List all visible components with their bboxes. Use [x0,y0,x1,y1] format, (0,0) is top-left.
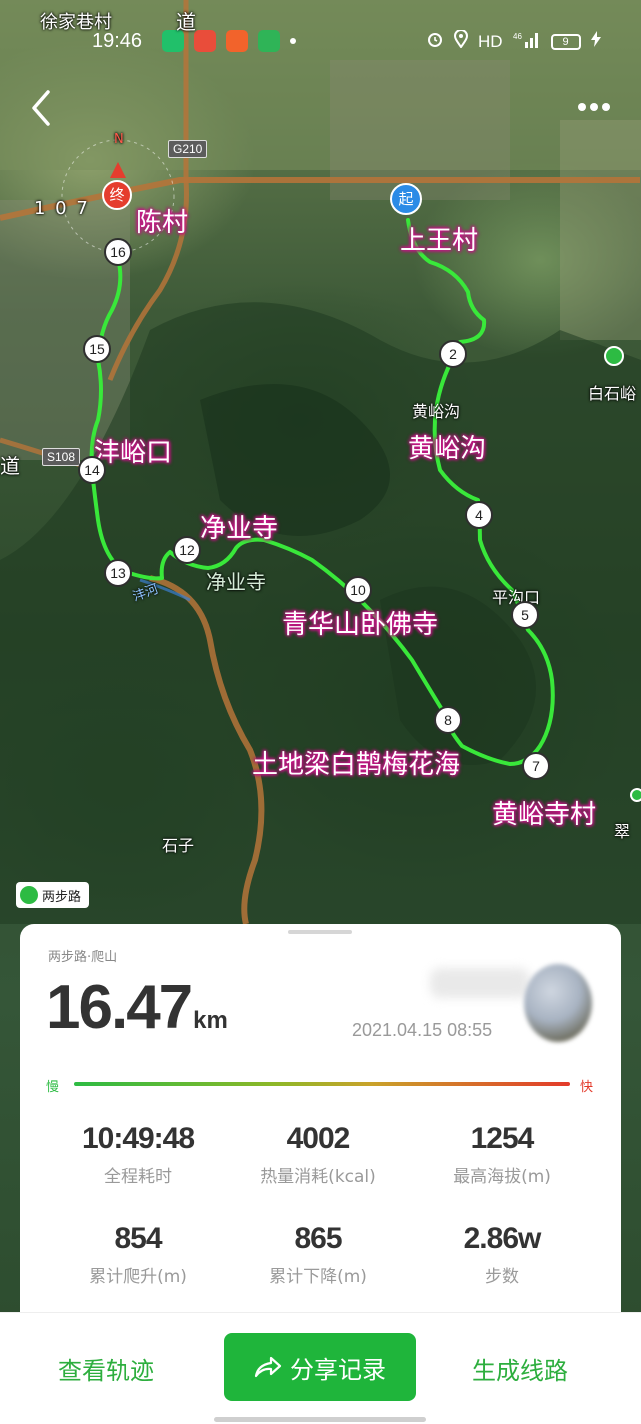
map-label-road-107: 1 0 7 [34,198,90,219]
view-track-button[interactable]: 查看轨迹 [58,1351,154,1386]
place-label-jingyesi: 净业寺 [200,514,279,544]
video-app-icon [258,30,280,52]
stat-label: 热量消耗(kcal) [260,1167,376,1187]
place-label-huangyugou: 黄峪沟 [408,434,487,464]
km-marker-5[interactable]: 5 [511,601,539,629]
share-button-label: 分享记录 [290,1355,386,1384]
place-label-tudiliang: 土地梁白鹊梅花海 [252,750,461,780]
chevron-left-icon [32,90,50,126]
place-label-huangyusicun: 黄峪寺村 [492,800,597,830]
stat-label: 步数 [485,1267,519,1287]
generate-route-button[interactable]: 生成线路 [472,1351,568,1386]
stat-calories: 4002 热量消耗(kcal) [228,1122,408,1187]
stat-max-altitude: 1254 最高海拔(m) [412,1122,592,1187]
alarm-icon [426,30,444,53]
start-marker[interactable]: 起 [390,183,422,215]
stat-label: 累计下降(m) [269,1267,367,1287]
road-badge-s108: S108 [42,448,81,466]
avatar[interactable] [524,964,592,1042]
map-label-dao-2: 道 [0,454,20,478]
km-marker-14[interactable]: 14 [78,456,106,484]
status-bar: 徐家巷村 19:46 HD 46 9 [0,12,641,60]
stat-label: 最高海拔(m) [453,1167,551,1187]
stat-ascent: 854 累计爬升(m) [48,1222,228,1287]
dot-icon [290,38,296,44]
km-marker-8[interactable]: 8 [434,706,462,734]
km-marker-2[interactable]: 2 [439,340,467,368]
stat-value: 1254 [470,1122,535,1155]
network-type: HD [478,31,503,51]
drag-handle[interactable] [288,930,352,934]
charging-icon [590,31,601,52]
home-indicator[interactable] [214,1417,426,1422]
road-badge-g210: G210 [168,140,208,158]
stat-value: 4002 [286,1122,351,1155]
back-button[interactable] [26,86,58,130]
more-dots-icon [578,96,614,115]
map-label-jingyesi: 净业寺 [206,570,266,594]
stats-card: 两步路·爬山 16.47km 2021.04.15 08:55 慢 快 10:4… [20,924,621,1344]
km-marker-16[interactable]: 16 [104,238,132,266]
scenic-spot-icon-2[interactable] [630,788,641,802]
map-label-baishiyu: 白石峪 [588,384,637,403]
map-label-huangyugou: 黄峪沟 [412,402,461,421]
place-label-shangwangcun: 上王村 [400,226,479,256]
pace-gradient-bar [74,1082,570,1086]
stat-value: 865 [294,1222,342,1255]
activity-type: 两步路·爬山 [48,950,118,965]
stat-label: 累计爬升(m) [89,1267,187,1287]
map-label-shizi: 石子 [162,836,195,855]
km-marker-7[interactable]: 7 [522,752,550,780]
scenic-spot-icon[interactable] [604,346,624,366]
svg-text:46: 46 [513,32,522,41]
weibo-icon [194,30,216,52]
place-label-chencun: 陈村 [136,208,189,238]
liangbulu-logo-icon [20,886,38,904]
place-label-fengyukou: 沣峪口 [94,438,173,468]
status-indicators: HD 46 9 [426,29,601,53]
stat-descent: 865 累计下降(m) [228,1222,408,1287]
km-marker-12[interactable]: 12 [173,536,201,564]
map-label-dao: 道 [176,10,196,34]
km-marker-10[interactable]: 10 [344,576,372,604]
km-marker-15[interactable]: 15 [83,335,111,363]
battery-icon: 9 [550,33,581,50]
bottom-action-bar: 查看轨迹 分享记录 生成线路 [0,1312,641,1424]
location-icon [453,29,469,53]
username-blurred [430,968,530,998]
app-icon-orange [226,30,248,52]
stat-label: 全程耗时 [104,1167,172,1187]
share-record-button[interactable]: 分享记录 [224,1333,416,1401]
end-marker[interactable]: 终 [102,180,132,210]
total-distance: 16.47km [46,972,228,1043]
stat-value: 2.86w [463,1222,542,1255]
pace-fast-label: 快 [580,1080,594,1095]
distance-value: 16.47 [46,973,193,1042]
app-watermark: 两步路 [16,882,90,908]
pace-slow-label: 慢 [46,1080,60,1095]
more-button[interactable] [578,96,622,120]
km-marker-4[interactable]: 4 [465,501,493,529]
watermark-text: 两步路 [42,889,82,905]
status-time: 19:46 [92,30,143,52]
stat-value: 10:49:48 [81,1122,195,1155]
compass-north-label: N [114,132,124,147]
place-label-qinghuashan: 青华山卧佛寺 [282,610,439,640]
distance-unit: km [193,1007,228,1034]
map-label-cui: 翠 [614,822,631,841]
km-marker-13[interactable]: 13 [104,559,132,587]
record-date: 2021.04.15 08:55 [352,1020,493,1040]
stat-duration: 10:49:48 全程耗时 [48,1122,228,1187]
stat-steps: 2.86w 步数 [412,1222,592,1287]
share-arrow-icon [254,1356,282,1378]
signal-icon: 46 [513,30,541,53]
stat-value: 854 [114,1222,162,1255]
